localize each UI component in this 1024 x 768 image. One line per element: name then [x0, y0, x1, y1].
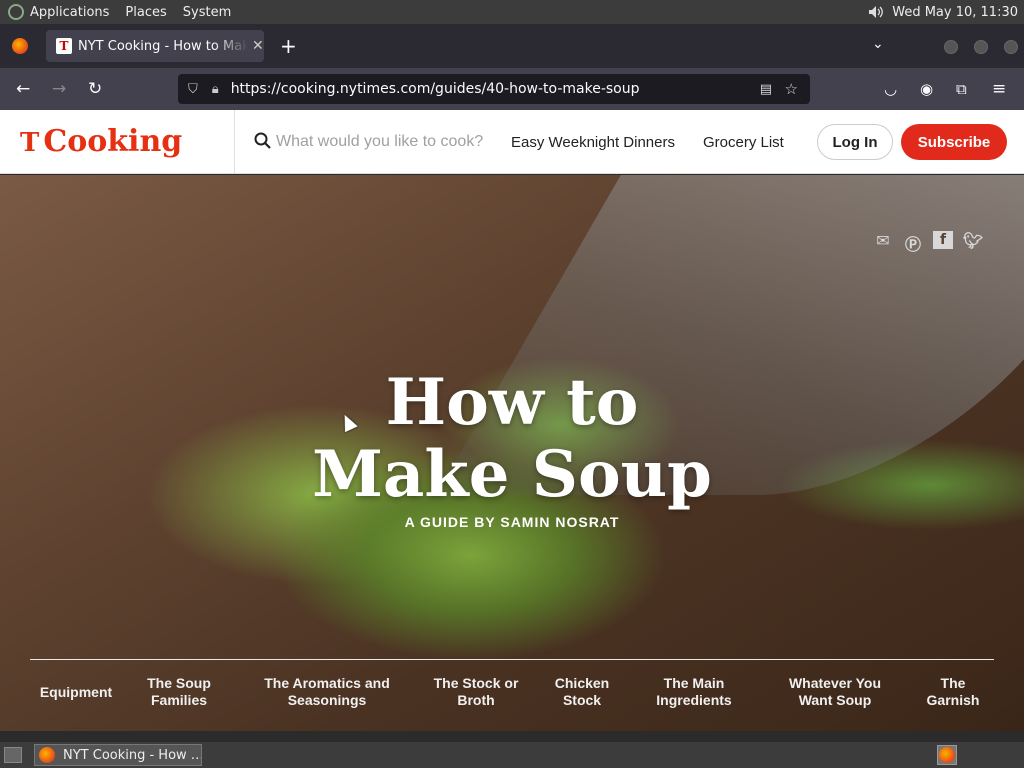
- hero-subtitle: A GUIDE BY SAMIN NOSRAT: [404, 514, 620, 530]
- back-icon[interactable]: ←: [16, 79, 30, 99]
- login-button[interactable]: Log In: [817, 124, 893, 160]
- site-header: TCooking Easy Weeknight Dinners Grocery …: [0, 110, 1024, 174]
- guide-chapter-nav: Equipment The Soup Families The Aromatics…: [0, 675, 1024, 715]
- facebook-icon[interactable]: f: [933, 231, 953, 249]
- tab-title: NYT Cooking - How to Make Soup: [78, 38, 248, 54]
- guide-link-label: Seasonings: [287, 692, 367, 708]
- guide-link-equipment[interactable]: Equipment: [34, 684, 118, 701]
- guide-link-soup-families[interactable]: The Soup Families: [134, 675, 224, 709]
- guide-link-label: The: [940, 675, 966, 691]
- close-window-button[interactable]: [1004, 40, 1018, 54]
- lock-icon[interactable]: 🔒︎: [212, 82, 219, 97]
- guide-link-aromatics[interactable]: The Aromatics and Seasonings: [256, 675, 398, 709]
- tab-bar: T NYT Cooking - How to Make Soup ✕ + ⌄: [0, 24, 1024, 68]
- workspace-switcher[interactable]: [937, 745, 957, 765]
- hero-title-line-1: How to: [385, 365, 639, 440]
- guide-link-label: The Main: [663, 675, 725, 691]
- guide-link-label: The Stock or: [433, 675, 519, 691]
- search-icon[interactable]: [254, 132, 272, 150]
- guide-link-label: The Soup: [147, 675, 211, 691]
- guide-link-label: Want Soup: [798, 692, 872, 708]
- maximize-button[interactable]: [974, 40, 988, 54]
- url-text[interactable]: https://cooking.nytimes.com/guides/40-ho…: [231, 81, 640, 97]
- gnome-foot-icon[interactable]: [8, 4, 24, 20]
- list-all-tabs-icon[interactable]: ⌄: [872, 36, 884, 52]
- close-tab-icon[interactable]: ✕: [252, 38, 264, 54]
- guide-link-label: Chicken: [554, 675, 610, 691]
- system-menu[interactable]: System: [183, 5, 239, 20]
- guide-link-garnish[interactable]: The Garnish: [920, 675, 986, 709]
- guide-link-whatever-soup[interactable]: Whatever You Want Soup: [780, 675, 890, 709]
- guide-nav-divider: [30, 659, 994, 660]
- tracking-protection-icon[interactable]: ⛉: [188, 82, 198, 97]
- volume-icon[interactable]: [868, 5, 884, 19]
- applications-menu[interactable]: Applications: [30, 5, 117, 20]
- show-desktop-icon[interactable]: [4, 747, 22, 763]
- taskbar-window-button[interactable]: NYT Cooking - How …: [34, 744, 202, 766]
- guide-link-label: Families: [150, 692, 208, 708]
- firefox-icon: [939, 747, 955, 763]
- nyt-favicon-icon: T: [56, 38, 72, 54]
- forward-icon[interactable]: →: [52, 79, 66, 99]
- guide-link-label: Stock: [562, 692, 602, 708]
- pocket-icon[interactable]: ◡: [884, 80, 897, 98]
- hero-banner: ✉ Ⓟ f 🐦︎ How to Make Soup A GUIDE BY SAM…: [0, 175, 1024, 731]
- guide-link-label: Ingredients: [656, 692, 732, 708]
- firefox-icon[interactable]: [12, 38, 28, 54]
- header-divider: [234, 110, 235, 174]
- account-icon[interactable]: ◉: [920, 80, 933, 98]
- nav-grocery-list[interactable]: Grocery List: [703, 134, 784, 151]
- reader-view-icon[interactable]: ▤: [760, 82, 772, 97]
- email-icon[interactable]: ✉: [873, 231, 893, 250]
- hero-title-line-2: Make Soup: [312, 437, 712, 512]
- reload-icon[interactable]: ↻: [88, 79, 102, 99]
- clock[interactable]: Wed May 10, 11:30: [892, 5, 1018, 20]
- guide-link-label: Garnish: [926, 692, 980, 708]
- nyt-cooking-logo[interactable]: T Cooking: [20, 124, 182, 159]
- url-bar[interactable]: ⛉ 🔒︎ https://cooking.nytimes.com/guides/…: [178, 74, 810, 104]
- minimize-button[interactable]: [944, 40, 958, 54]
- navigation-toolbar: ← → ↻ ⛉ 🔒︎ https://cooking.nytimes.com/g…: [0, 68, 1024, 110]
- brand-name: Cooking: [43, 124, 183, 159]
- nav-easy-weeknight-dinners[interactable]: Easy Weeknight Dinners: [511, 134, 675, 151]
- bookmark-star-icon[interactable]: ☆: [785, 80, 798, 98]
- bottom-taskbar: NYT Cooking - How …: [0, 742, 1024, 768]
- guide-link-label: The Aromatics and: [264, 675, 390, 691]
- guide-link-main-ingredients[interactable]: The Main Ingredients: [644, 675, 744, 709]
- new-tab-icon[interactable]: +: [280, 36, 297, 56]
- subscribe-button[interactable]: Subscribe: [901, 124, 1007, 160]
- active-tab[interactable]: T NYT Cooking - How to Make Soup ✕: [46, 30, 264, 62]
- search-input[interactable]: [276, 130, 502, 154]
- hero-title: How to Make Soup: [0, 367, 1024, 511]
- guide-link-label: Equipment: [39, 684, 113, 700]
- taskbar-window-label: NYT Cooking - How …: [63, 747, 202, 763]
- guide-link-label: Whatever You: [788, 675, 882, 691]
- guide-link-label: Broth: [457, 692, 495, 708]
- extensions-icon[interactable]: ⧉: [956, 80, 967, 98]
- places-menu[interactable]: Places: [125, 5, 174, 20]
- menu-icon[interactable]: ≡: [992, 79, 1006, 99]
- twitter-icon[interactable]: 🐦︎: [963, 231, 983, 250]
- top-panel: Applications Places System Wed May 10, 1…: [0, 0, 1024, 24]
- guide-link-stock-broth[interactable]: The Stock or Broth: [426, 675, 526, 709]
- guide-link-chicken-stock[interactable]: Chicken Stock: [546, 675, 618, 709]
- pinterest-icon[interactable]: Ⓟ: [903, 231, 923, 254]
- nyt-t-icon: T: [20, 128, 40, 158]
- firefox-icon: [39, 747, 55, 763]
